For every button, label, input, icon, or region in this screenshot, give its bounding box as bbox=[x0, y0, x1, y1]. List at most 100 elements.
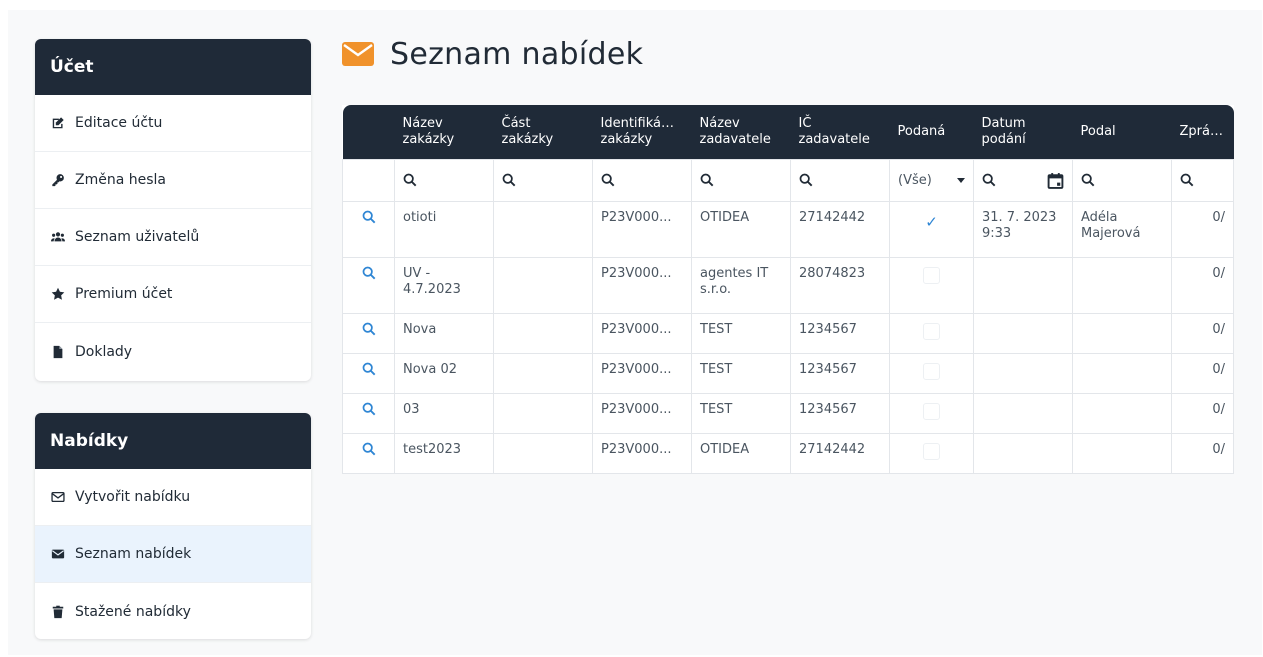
offers-table: Název zakázky Část zakázky Identifiká… z… bbox=[342, 105, 1234, 474]
page-title: Seznam nabídek bbox=[390, 36, 644, 72]
sidebar-item-label: Premium účet bbox=[75, 286, 173, 302]
cell-cast bbox=[493, 200, 593, 258]
filter-datum[interactable] bbox=[973, 158, 1073, 202]
account-panel: Účet Editace účtu Změna hesla Seznam uži… bbox=[35, 39, 311, 381]
cell-ident: P23V000... bbox=[592, 352, 692, 394]
cell-cast bbox=[493, 352, 593, 394]
cell-zadavatel: TEST bbox=[691, 392, 791, 434]
sidebar-item-create-offer[interactable]: Vytvořit nabídku bbox=[35, 469, 311, 526]
column-header-ic[interactable]: IČ zadavatele bbox=[790, 105, 890, 159]
sidebar-item-label: Vytvořit nabídku bbox=[75, 489, 191, 505]
filter-zpravy[interactable] bbox=[1171, 158, 1234, 202]
sidebar-item-offer-list[interactable]: Seznam nabídek bbox=[35, 526, 311, 583]
cell-ident: P23V000... bbox=[592, 200, 692, 258]
cell-zadavatel: TEST bbox=[691, 352, 791, 394]
filter-podana-value: (Vše) bbox=[898, 172, 932, 188]
cell-podana bbox=[889, 432, 974, 474]
page-header: Seznam nabídek bbox=[342, 34, 643, 74]
cell-ident: P23V000... bbox=[592, 312, 692, 354]
sidebar-item-label: Seznam uživatelů bbox=[75, 229, 200, 245]
cell-ident: P23V000... bbox=[592, 432, 692, 474]
search-icon bbox=[982, 173, 996, 187]
search-icon bbox=[1180, 173, 1194, 187]
cell-podal bbox=[1072, 352, 1172, 394]
sidebar-item-withdrawn-offers[interactable]: Stažené nabídky bbox=[35, 583, 311, 639]
cell-podal: Adéla Majerová bbox=[1072, 200, 1172, 258]
envelope-icon bbox=[51, 547, 65, 561]
filter-nazev[interactable] bbox=[394, 158, 494, 202]
filter-cast[interactable] bbox=[493, 158, 593, 202]
row-detail-button[interactable] bbox=[342, 392, 395, 434]
table-row[interactable]: test2023 P23V000... OTIDEA 27142442 0/ bbox=[342, 432, 1234, 474]
row-detail-button[interactable] bbox=[342, 312, 395, 354]
check-icon: ✓ bbox=[925, 212, 938, 231]
cell-nazev: Nova 02 bbox=[394, 352, 494, 394]
sidebar-item-edit-account[interactable]: Editace účtu bbox=[35, 95, 311, 152]
sidebar-item-documents[interactable]: Doklady bbox=[35, 323, 311, 380]
filter-podana-select[interactable]: (Vše) bbox=[889, 158, 974, 202]
users-icon bbox=[51, 230, 65, 244]
file-icon bbox=[51, 345, 65, 359]
column-header-zpravy[interactable]: Zprá… bbox=[1171, 105, 1234, 159]
cell-nazev: Nova bbox=[394, 312, 494, 354]
table-row[interactable]: otioti P23V000... OTIDEA 27142442 ✓ 31. 7. 20… bbox=[342, 200, 1234, 258]
table-row[interactable]: UV - 4.7.2023 P23V000... agentes IT s.r.o.… bbox=[342, 256, 1234, 314]
table-row[interactable]: 03 P23V000... TEST 1234567 0/ bbox=[342, 392, 1234, 434]
cell-zpravy: 0/ bbox=[1171, 312, 1234, 354]
column-header-ident[interactable]: Identifiká… zakázky bbox=[592, 105, 692, 159]
filter-podal[interactable] bbox=[1072, 158, 1172, 202]
cell-ident: P23V000... bbox=[592, 392, 692, 434]
cell-datum bbox=[973, 352, 1073, 394]
cell-zpravy: 0/ bbox=[1171, 256, 1234, 314]
column-header-zadavatel[interactable]: Název zadavatele bbox=[691, 105, 791, 159]
filter-cell-empty bbox=[342, 158, 395, 202]
sidebar-item-users[interactable]: Seznam uživatelů bbox=[35, 209, 311, 266]
sidebar-item-label: Změna hesla bbox=[75, 172, 166, 188]
column-header-podana[interactable]: Podaná bbox=[889, 105, 974, 159]
column-header-podal[interactable]: Podal bbox=[1072, 105, 1172, 159]
trash-icon bbox=[51, 605, 65, 619]
table-row[interactable]: Nova 02 P23V000... TEST 1234567 0/ bbox=[342, 352, 1234, 394]
column-header-nazev[interactable]: Název zakázky bbox=[394, 105, 494, 159]
sidebar-item-premium[interactable]: Premium účet bbox=[35, 266, 311, 323]
cell-nazev: UV - 4.7.2023 bbox=[394, 256, 494, 314]
cell-ic: 1234567 bbox=[790, 312, 890, 354]
cell-podal bbox=[1072, 312, 1172, 354]
column-header-cast[interactable]: Část zakázky bbox=[493, 105, 593, 159]
table-filter-row: (Vše) bbox=[342, 158, 1234, 202]
filter-ic[interactable] bbox=[790, 158, 890, 202]
row-detail-button[interactable] bbox=[342, 432, 395, 474]
sidebar-item-change-password[interactable]: Změna hesla bbox=[35, 152, 311, 209]
cell-ic: 27142442 bbox=[790, 432, 890, 474]
cell-cast bbox=[493, 256, 593, 314]
cell-zpravy: 0/ bbox=[1171, 392, 1234, 434]
cell-zadavatel: OTIDEA bbox=[691, 432, 791, 474]
cell-ic: 1234567 bbox=[790, 392, 890, 434]
search-icon bbox=[362, 442, 375, 455]
cell-ic: 27142442 bbox=[790, 200, 890, 258]
row-detail-button[interactable] bbox=[342, 200, 395, 258]
cell-zpravy: 0/ bbox=[1171, 352, 1234, 394]
star-icon bbox=[51, 287, 65, 301]
row-detail-button[interactable] bbox=[342, 256, 395, 314]
cell-datum bbox=[973, 312, 1073, 354]
cell-podal bbox=[1072, 392, 1172, 434]
cell-ic: 1234567 bbox=[790, 352, 890, 394]
filter-ident[interactable] bbox=[592, 158, 692, 202]
table-row[interactable]: Nova P23V000... TEST 1234567 0/ bbox=[342, 312, 1234, 354]
cell-podana bbox=[889, 256, 974, 314]
search-icon bbox=[601, 173, 615, 187]
calendar-icon[interactable] bbox=[1047, 172, 1064, 189]
sidebar-item-label: Doklady bbox=[75, 343, 133, 360]
cell-nazev: 03 bbox=[394, 392, 494, 434]
row-detail-button[interactable] bbox=[342, 352, 395, 394]
search-icon bbox=[362, 266, 375, 279]
cell-datum bbox=[973, 392, 1073, 434]
search-icon bbox=[362, 322, 375, 335]
caret-down-icon bbox=[957, 177, 965, 183]
filter-zadavatel[interactable] bbox=[691, 158, 791, 202]
table-header-row: Název zakázky Část zakázky Identifiká… z… bbox=[342, 105, 1234, 159]
column-header-datum[interactable]: Datum podání bbox=[973, 105, 1073, 159]
cell-podana bbox=[889, 312, 974, 354]
cell-podal bbox=[1072, 256, 1172, 314]
